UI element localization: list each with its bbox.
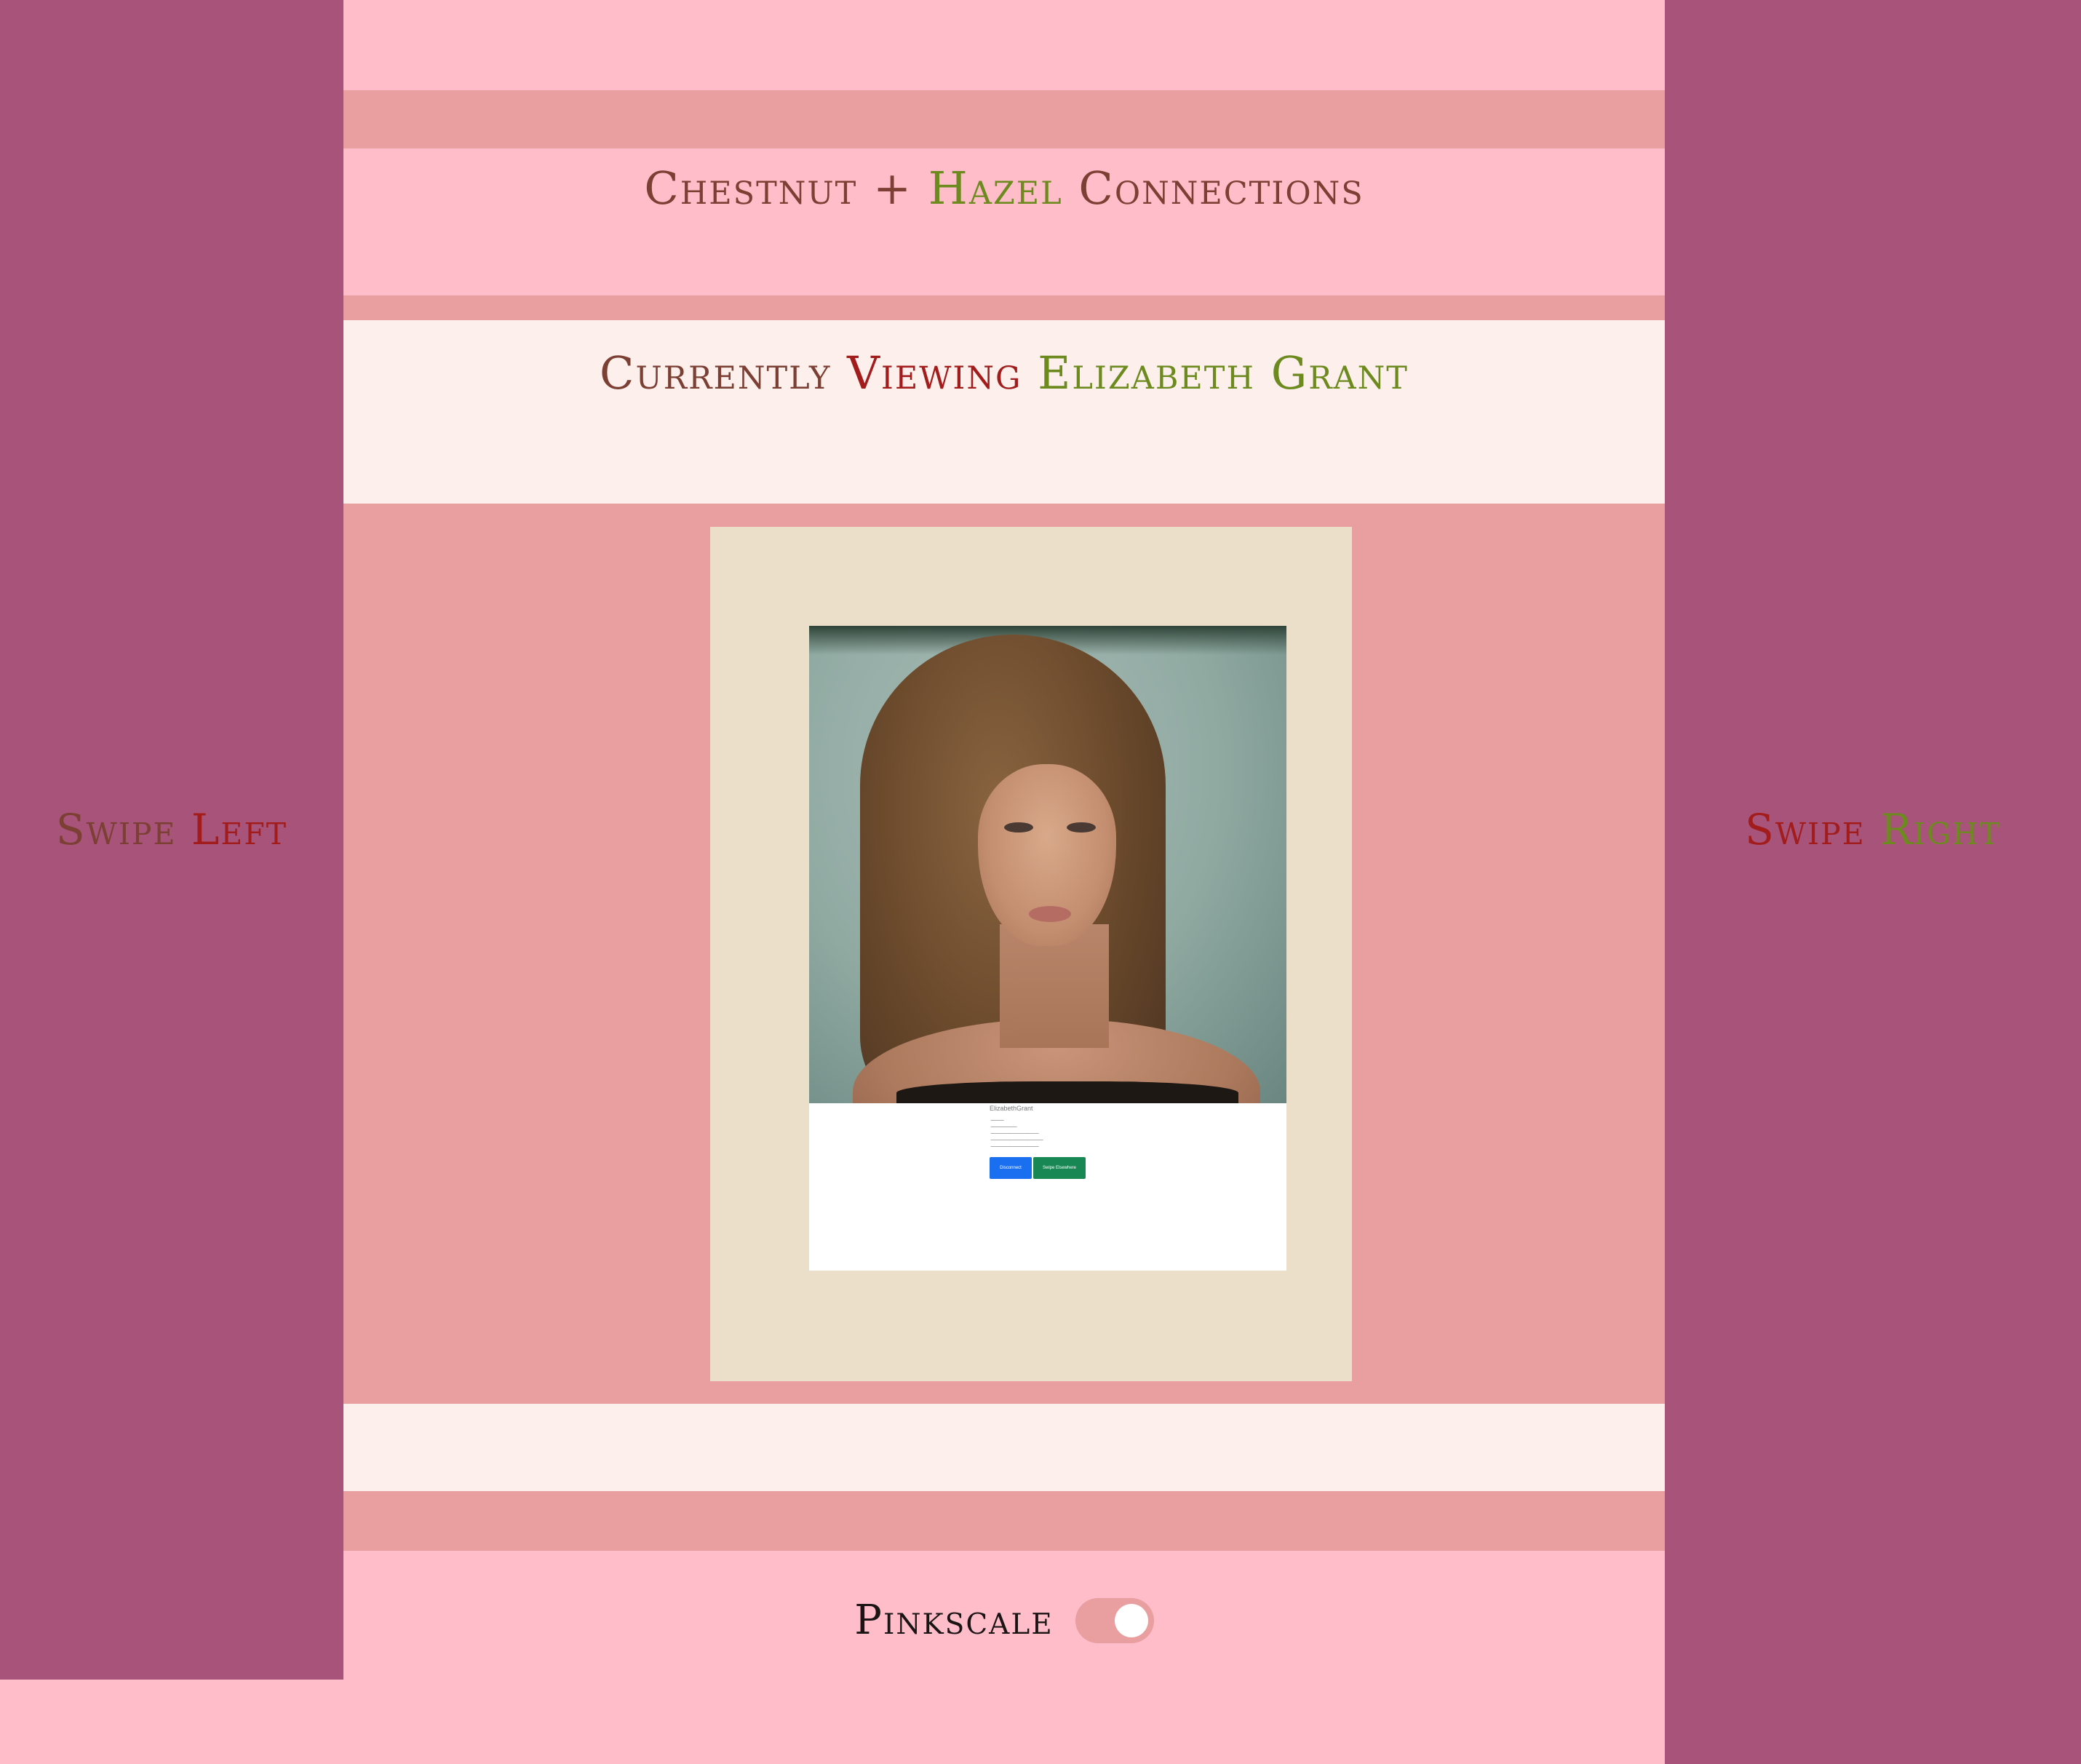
swipe-left-button[interactable]: Swipe Left [0,805,343,854]
swipe-left-word: Swipe [55,805,177,854]
top-band [343,0,1665,90]
viewing-name: Elizabeth Grant [1038,346,1409,400]
swipe-left-direction: Left [191,805,288,854]
title-plus: + [873,162,913,215]
viewing-prefix: Currently [600,346,832,400]
disconnect-button[interactable]: Disconnect [990,1157,1032,1179]
cream-band [343,1404,1665,1491]
profile-stage: ElizabethGrant ——— —————— ——————————— ——… [343,504,1665,1404]
main-column: ElizabethGrant ——— —————— ——————————— ——… [343,0,1665,1764]
toggle-knob [1114,1603,1148,1637]
title-connections: Connections [1078,162,1364,215]
pinkscale-toggle[interactable] [1075,1597,1154,1643]
swipe-right-panel[interactable]: Swipe Right [1665,0,2081,1764]
footer-band [343,1551,1665,1764]
profile-card-details: ——— —————— ——————————— ———————————— ————… [990,1119,1043,1149]
swipe-right-button[interactable]: Swipe Right [1665,805,2081,854]
title-chestnut: Chestnut [644,162,858,215]
swipe-right-direction: Right [1880,805,2001,854]
swipe-elsewhere-button[interactable]: Swipe Elsewhere [1033,1157,1086,1179]
pinkscale-toggle-row: Pinkscale [343,1597,1665,1644]
divider-band [343,295,1665,320]
divider-band [343,1491,1665,1551]
viewing-verb: Viewing [847,346,1022,400]
swipe-right-word: Swipe [1745,805,1866,854]
divider-band [343,90,1665,148]
currently-viewing-heading: Currently Viewing Elizabeth Grant [343,346,1665,400]
profile-card-name: ElizabethGrant [990,1105,1033,1112]
swipe-left-panel[interactable]: Swipe Left [0,0,343,1680]
title-hazel: Hazel [928,162,1063,215]
pinkscale-label: Pinkscale [854,1597,1054,1644]
profile-photo [809,626,1286,1103]
site-title: Chestnut + Hazel Connections [343,162,1665,215]
profile-card-frame: ElizabethGrant ——— —————— ——————————— ——… [710,527,1352,1381]
profile-card: ElizabethGrant ——— —————— ——————————— ——… [809,626,1286,1271]
